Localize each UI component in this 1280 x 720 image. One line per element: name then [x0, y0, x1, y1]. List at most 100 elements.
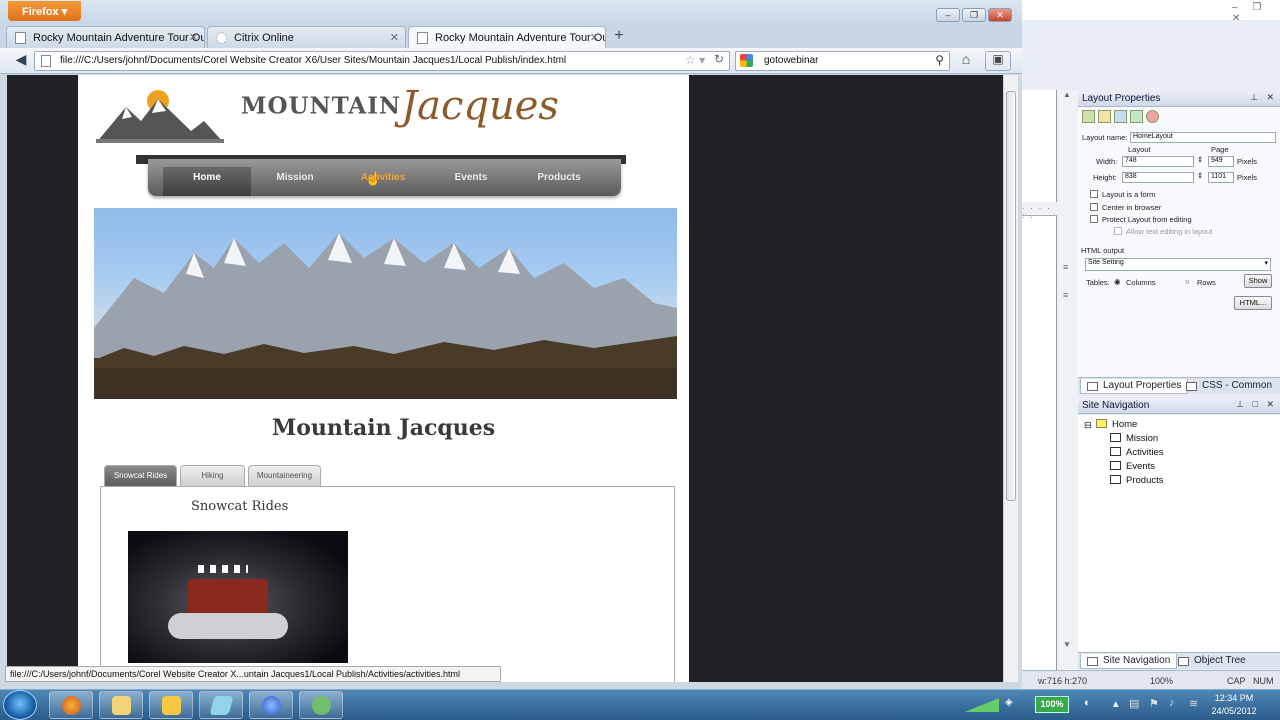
- minimize-button[interactable]: –: [936, 8, 960, 22]
- outlook-icon: [162, 696, 181, 715]
- show-button[interactable]: Show: [1244, 274, 1272, 288]
- center-browser-checkbox[interactable]: [1090, 203, 1098, 211]
- taskbar-corel[interactable]: [299, 691, 343, 719]
- back-button[interactable]: ◀: [10, 51, 32, 71]
- clock-time[interactable]: 12:34 PM: [1206, 693, 1262, 703]
- menu-item-home[interactable]: Home: [163, 167, 251, 196]
- tree-item-home[interactable]: Home: [1096, 419, 1137, 430]
- addon-bar-button[interactable]: ▣: [985, 51, 1011, 71]
- columns-radio-icon[interactable]: ◉: [1114, 277, 1121, 286]
- taskbar-app-4[interactable]: [199, 691, 243, 719]
- zoom-badge[interactable]: 100%: [1035, 696, 1069, 713]
- scroll-up-icon[interactable]: ▲: [1063, 90, 1071, 99]
- printer-icon[interactable]: ▤: [1129, 697, 1139, 710]
- close-tab-icon[interactable]: ✕: [590, 31, 599, 44]
- search-icon[interactable]: ⚲: [935, 53, 944, 67]
- height-spinner-icon[interactable]: ⇕: [1197, 171, 1203, 180]
- tab-object-tree[interactable]: Object Tree: [1172, 654, 1252, 669]
- navigation-toolbar: ◀ file:///C:/Users/johnf/Documents/Corel…: [0, 48, 1022, 74]
- tree-item-events[interactable]: Events: [1110, 461, 1155, 472]
- html-output-select[interactable]: Site Setting ▾: [1085, 258, 1271, 271]
- layout-height-field[interactable]: 838: [1122, 172, 1194, 183]
- tab-css-common[interactable]: CSS - Common: [1180, 379, 1278, 394]
- logo-word-jacques: Jacques: [401, 83, 559, 129]
- tab-hiking[interactable]: Hiking: [180, 465, 245, 487]
- wifi-icon[interactable]: ≋: [1189, 697, 1198, 710]
- tree-label: Products: [1126, 475, 1164, 486]
- taskbar-explorer[interactable]: [99, 691, 143, 719]
- clock-date[interactable]: 24/05/2012: [1206, 706, 1262, 716]
- collapse-icon[interactable]: ⊟: [1084, 420, 1092, 431]
- tree-item-products[interactable]: Products: [1110, 475, 1164, 486]
- tree-item-mission[interactable]: Mission: [1110, 433, 1158, 444]
- taskbar-firefox[interactable]: [49, 691, 93, 719]
- tab-snowcat-rides[interactable]: Snowcat Rides: [104, 465, 177, 487]
- folder-icon[interactable]: [1098, 110, 1111, 123]
- tab-site-navigation[interactable]: Site Navigation: [1080, 654, 1178, 669]
- restore-button[interactable]: ❐: [962, 8, 986, 22]
- layout-tool-icon[interactable]: [1082, 110, 1095, 123]
- volume-icon[interactable]: ♪: [1169, 697, 1175, 709]
- delete-icon[interactable]: [1146, 110, 1159, 123]
- start-button-icon[interactable]: [3, 690, 37, 720]
- browser-tab-1[interactable]: Rocky Mountain Adventure Tour Out... ✕: [6, 26, 205, 48]
- page-icon: [1110, 447, 1121, 456]
- close-tab-icon[interactable]: ✕: [189, 31, 198, 44]
- allow-text-checkbox[interactable]: [1114, 227, 1122, 235]
- tree-item-activities[interactable]: Activities: [1110, 447, 1163, 458]
- close-window-button[interactable]: ✕: [988, 8, 1012, 22]
- close-tab-icon[interactable]: ✕: [390, 31, 399, 44]
- url-bar[interactable]: file:///C:/Users/johnf/Documents/Corel W…: [34, 51, 730, 71]
- tab-mountaineering[interactable]: Mountaineering: [248, 465, 321, 487]
- browser-tab-3[interactable]: Rocky Mountain Adventure Tour Out... ✕: [408, 26, 606, 49]
- height-unit-label: Pixels: [1237, 173, 1258, 182]
- menu-item-activities[interactable]: Activities: [339, 167, 427, 196]
- taskbar-outlook[interactable]: [149, 691, 193, 719]
- layout-editor-area[interactable]: . . . . : .: [1022, 90, 1057, 690]
- site-navigation-tree: ⊟ Home Mission Activities Events Product…: [1078, 415, 1280, 652]
- url-text: file:///C:/Users/johnf/Documents/Corel W…: [60, 55, 567, 66]
- menu-item-mission[interactable]: Mission: [251, 167, 339, 196]
- search-input[interactable]: gotowebinar ⚲: [735, 51, 950, 71]
- site-logo-text[interactable]: MOUNTAINJacques: [241, 83, 559, 129]
- network-icon[interactable]: ◈: [1005, 697, 1013, 708]
- object-tree-icon: [1178, 657, 1189, 666]
- new-tab-button[interactable]: +: [608, 27, 630, 47]
- protect-layout-label: Protect Layout from editing: [1102, 215, 1192, 224]
- home-button[interactable]: ⌂: [955, 51, 977, 71]
- action-center-icon[interactable]: ⚑: [1149, 697, 1159, 710]
- scrollbar-thumb[interactable]: [1006, 91, 1016, 501]
- page-height-field[interactable]: 1101: [1208, 172, 1234, 183]
- tray-app-icon[interactable]: ◐: [1084, 697, 1091, 709]
- menu-item-products[interactable]: Products: [515, 167, 603, 196]
- editor-scrollbar[interactable]: ▲ ≡ ≡ ▼: [1058, 90, 1078, 675]
- menu-item-events[interactable]: Events: [427, 167, 515, 196]
- panel-controls[interactable]: ⊥ ✕: [1250, 92, 1277, 103]
- browser-tab-2[interactable]: Citrix Online ✕: [207, 26, 406, 48]
- corel-window-controls[interactable]: – ❐ ✕: [1232, 2, 1280, 24]
- layout-name-field[interactable]: HomeLayout: [1130, 132, 1276, 143]
- tab-layout-properties[interactable]: Layout Properties: [1080, 379, 1189, 394]
- windows-taskbar: ◈ 100% ◐ ▴ ▤ ⚑ ♪ ≋ 12:34 PM 24/05/2012: [0, 689, 1280, 720]
- width-spinner-icon[interactable]: ⇕: [1197, 155, 1203, 164]
- taskbar-app-5[interactable]: [249, 691, 293, 719]
- firefox-icon: [62, 696, 81, 715]
- rows-radio-icon[interactable]: ○: [1185, 277, 1190, 286]
- page-scrollbar[interactable]: [1003, 75, 1018, 682]
- copy-icon[interactable]: [1130, 110, 1143, 123]
- edit-icon[interactable]: [1114, 110, 1127, 123]
- bookmark-star-icon[interactable]: ☆ ▾: [685, 53, 705, 67]
- reload-icon[interactable]: ↻: [714, 52, 724, 66]
- page-width-field[interactable]: 949: [1208, 156, 1234, 167]
- protect-layout-checkbox[interactable]: [1090, 215, 1098, 223]
- layout-form-checkbox[interactable]: [1090, 190, 1098, 198]
- tab-panel: Snowcat Rides: [100, 486, 675, 682]
- banner-mountains: [94, 233, 677, 399]
- scroll-down-icon[interactable]: ▼: [1063, 640, 1071, 649]
- firefox-menu-button[interactable]: Firefox ▾: [8, 1, 81, 21]
- panel-controls[interactable]: ⊥ □ ✕: [1236, 399, 1277, 410]
- tree-label: Events: [1126, 461, 1156, 472]
- show-hidden-icons-icon[interactable]: ▴: [1113, 697, 1119, 710]
- layout-width-field[interactable]: 748: [1122, 156, 1194, 167]
- html-button[interactable]: HTML...: [1234, 296, 1272, 310]
